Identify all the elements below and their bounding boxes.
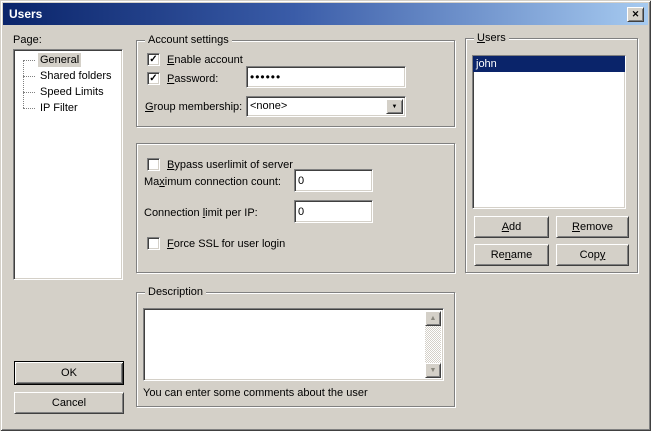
force-ssl-checkbox[interactable]: Force SSL for user login [147, 237, 285, 250]
close-button[interactable]: ✕ [627, 7, 644, 22]
chevron-down-icon[interactable]: ▼ [386, 99, 403, 114]
password-checkbox[interactable]: ✓ Password: [147, 72, 218, 85]
titlebar: Users ✕ [3, 3, 648, 25]
cancel-button[interactable]: Cancel [14, 392, 124, 414]
rename-button[interactable]: Rename [474, 244, 549, 266]
connection-limit-per-ip-label: Connection limit per IP: [144, 207, 258, 219]
users-list[interactable]: john [472, 55, 626, 209]
close-icon: ✕ [632, 10, 640, 19]
enable-account-checkbox[interactable]: ✓ Enable account [147, 53, 243, 66]
copy-button[interactable]: Copy [556, 244, 629, 266]
password-input[interactable] [246, 66, 406, 88]
users-group: Users john Add Remove Rename Copy [465, 38, 638, 273]
scroll-down-icon[interactable]: ▼ [425, 363, 441, 378]
selected-group: <none> [247, 98, 405, 115]
tree-item-general[interactable]: General [14, 52, 122, 68]
description-group: Description ▲ ▼ You can enter some comme… [136, 292, 455, 407]
description-hint: You can enter some comments about the us… [143, 387, 368, 399]
page-tree[interactable]: General Shared folders Speed Limits IP F… [13, 49, 123, 280]
list-item-john[interactable]: john [473, 56, 625, 72]
account-settings-title: Account settings [145, 34, 232, 47]
tree-item-shared-folders[interactable]: Shared folders [14, 68, 122, 84]
tree-item-ip-filter[interactable]: IP Filter [14, 100, 122, 116]
checkbox-unchecked-icon[interactable] [147, 158, 160, 171]
max-connection-count-label: Maximum connection count: [144, 176, 281, 188]
ok-button[interactable]: OK [14, 361, 124, 385]
connection-limits-group: Bypass userlimit of server Maximum conne… [136, 143, 455, 273]
users-dialog: Users ✕ Page: General Shared folders Spe… [0, 0, 651, 431]
bypass-userlimit-checkbox[interactable]: Bypass userlimit of server [147, 158, 293, 171]
scroll-up-icon[interactable]: ▲ [425, 311, 441, 326]
page-label: Page: [13, 34, 42, 46]
max-connection-count-input[interactable] [294, 169, 373, 192]
connection-limit-per-ip-input[interactable] [294, 200, 373, 223]
description-title: Description [145, 286, 206, 299]
account-settings-group: Account settings ✓ Enable account ✓ Pass… [136, 40, 455, 127]
checkbox-checked-icon[interactable]: ✓ [147, 72, 160, 85]
group-membership-select[interactable]: <none> ▼ [246, 96, 406, 117]
checkbox-checked-icon[interactable]: ✓ [147, 53, 160, 66]
window-title: Users [9, 7, 42, 21]
tree-item-speed-limits[interactable]: Speed Limits [14, 84, 122, 100]
description-textarea[interactable]: ▲ ▼ [143, 308, 444, 381]
group-membership-label: Group membership: [145, 101, 242, 113]
description-scrollbar[interactable]: ▲ ▼ [425, 311, 441, 378]
add-button[interactable]: Add [474, 216, 549, 238]
users-group-title: Users [474, 32, 509, 45]
checkbox-unchecked-icon[interactable] [147, 237, 160, 250]
remove-button[interactable]: Remove [556, 216, 629, 238]
